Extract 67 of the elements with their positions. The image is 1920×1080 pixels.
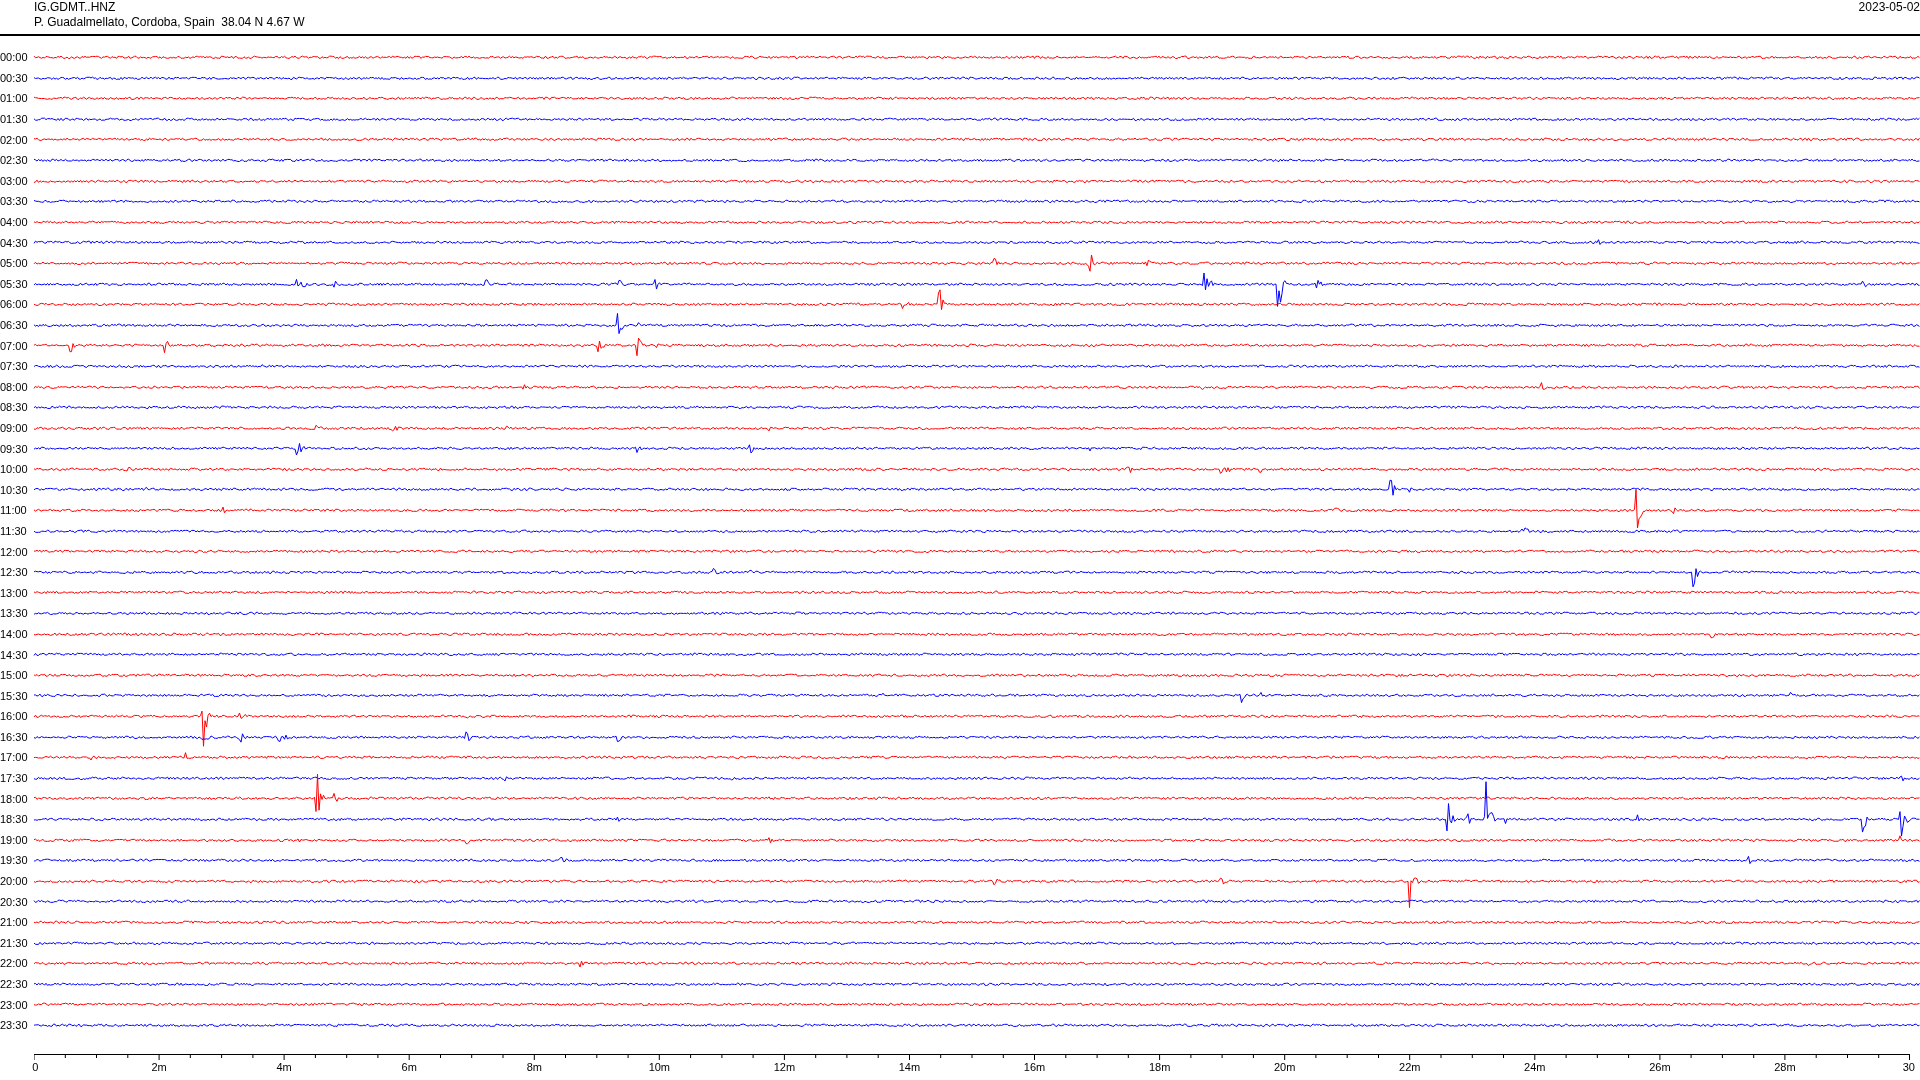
station-location: P. Guadalmellato, Cordoba, Spain 38.04 N 4.67 W xyxy=(34,15,305,29)
hour-label: 15:30 xyxy=(0,689,29,702)
axis-label: 30 xyxy=(1902,1060,1915,1073)
axis-label: 10m xyxy=(648,1060,671,1073)
hour-label: 08:30 xyxy=(0,401,29,414)
hour-label: 19:30 xyxy=(0,854,29,867)
hour-label: 16:00 xyxy=(0,710,29,723)
hour-label: 10:00 xyxy=(0,463,29,476)
hour-label: 17:00 xyxy=(0,751,29,764)
hour-label: 11:30 xyxy=(0,524,28,537)
hour-label: 17:30 xyxy=(0,772,29,785)
hour-label: 07:00 xyxy=(0,339,29,352)
hour-label: 05:00 xyxy=(0,257,29,270)
hour-label: 09:30 xyxy=(0,442,29,455)
hour-label: 06:00 xyxy=(0,298,29,311)
hour-label: 10:30 xyxy=(0,483,29,496)
hour-label: 22:00 xyxy=(0,957,29,970)
hour-label: 12:00 xyxy=(0,545,29,558)
hour-label: 14:30 xyxy=(0,648,29,661)
axis-label: 0 xyxy=(32,1060,39,1073)
hour-label: 19:00 xyxy=(0,833,29,846)
hour-label: 03:00 xyxy=(0,174,29,187)
axis-label: 2m xyxy=(151,1060,167,1073)
hour-label: 00:30 xyxy=(0,71,29,84)
hour-label: 13:30 xyxy=(0,607,29,620)
axis-label: 24m xyxy=(1524,1060,1546,1073)
hour-label: 14:00 xyxy=(0,627,29,640)
hour-label: 15:00 xyxy=(0,669,29,682)
hour-label: 05:30 xyxy=(0,277,29,290)
hour-label: 13:00 xyxy=(0,586,29,599)
hour-label: 06:30 xyxy=(0,319,29,331)
hour-label: 16:30 xyxy=(0,730,29,743)
hour-label: 22:30 xyxy=(0,978,29,990)
hour-label: 12:30 xyxy=(0,566,29,579)
hour-label: 04:00 xyxy=(0,216,29,229)
station-code: IG.GDMT..HNZ xyxy=(34,0,116,14)
hour-label: 09:00 xyxy=(0,422,29,434)
hour-label: 20:00 xyxy=(0,875,29,888)
axis-label: 6m xyxy=(401,1060,417,1073)
hour-label: 02:00 xyxy=(0,133,29,146)
axis-label: 4m xyxy=(276,1060,292,1073)
axis-label: 18m xyxy=(1148,1060,1171,1073)
hour-label: 18:30 xyxy=(0,813,29,826)
hour-label: 18:00 xyxy=(0,792,29,805)
hour-label: 07:30 xyxy=(0,360,29,373)
axis-label: 14m xyxy=(898,1060,921,1073)
hour-label: 01:30 xyxy=(0,113,29,126)
axis-label: 12m xyxy=(773,1060,796,1073)
axis-label: 22m xyxy=(1399,1060,1421,1073)
hour-label: 08:00 xyxy=(0,380,29,393)
hour-label: 02:30 xyxy=(0,154,29,167)
axis-label: 28m xyxy=(1774,1060,1796,1073)
hour-label: 03:30 xyxy=(0,195,29,208)
hour-label: 01:00 xyxy=(0,92,29,105)
hour-label: 11:00 xyxy=(0,504,28,517)
axis-label: 20m xyxy=(1273,1060,1296,1073)
plot-date: 2023-05-02 xyxy=(1858,0,1920,14)
hour-label: 20:30 xyxy=(0,895,29,908)
hour-label: 04:30 xyxy=(0,236,29,249)
hour-label: 21:00 xyxy=(0,916,29,929)
axis-label: 16m xyxy=(1023,1060,1046,1073)
axis-label: 8m xyxy=(526,1060,542,1073)
hour-label: 21:30 xyxy=(0,936,29,949)
axis-label: 26m xyxy=(1649,1060,1671,1073)
hour-label: 23:30 xyxy=(0,1019,29,1032)
hour-label: 00:00 xyxy=(0,51,29,64)
hour-label: 23:00 xyxy=(0,998,29,1011)
